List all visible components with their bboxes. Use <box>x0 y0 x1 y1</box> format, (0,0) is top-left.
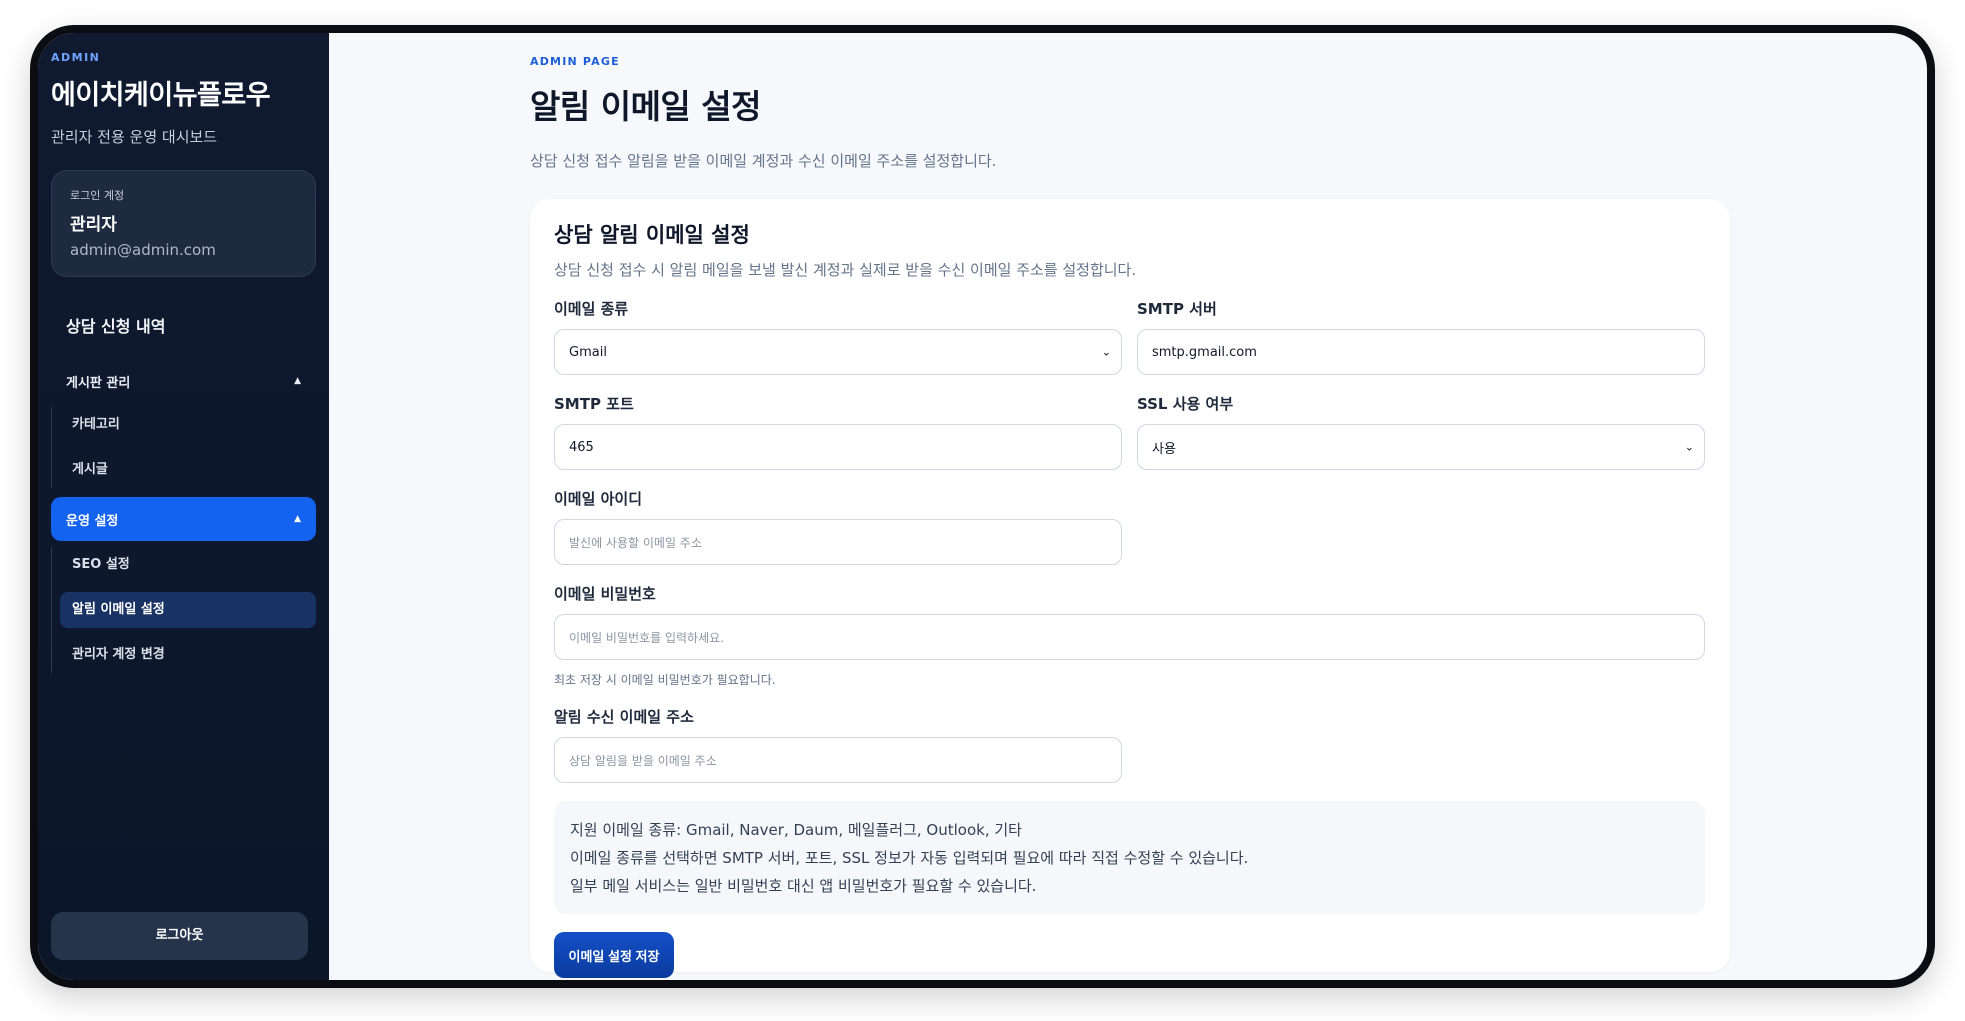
email-password-input[interactable]: 이메일 비밀번호를 입력하세요. <box>554 614 1705 660</box>
smtp-server-label: SMTP 서버 <box>1137 300 1217 318</box>
sidebar-item-posts[interactable]: 게시글 <box>60 452 316 488</box>
sidebar: ADMIN 에이치케이뉴플로우 관리자 전용 운영 대시보드 로그인 계정 관리… <box>38 33 329 980</box>
ssl-label: SSL 사용 여부 <box>1137 395 1234 413</box>
recipient-input[interactable]: 상담 알림을 받을 이메일 주소 <box>554 737 1122 783</box>
app-window: ADMIN 에이치케이뉴플로우 관리자 전용 운영 대시보드 로그인 계정 관리… <box>38 33 1927 980</box>
brand-name: 에이치케이뉴플로우 <box>51 80 271 111</box>
account-name: 관리자 <box>70 215 117 235</box>
smtp-port-field: SMTP 포트 465 <box>554 375 1122 470</box>
caret-up-icon: ▲ <box>294 376 301 386</box>
sidebar-item-notification-email[interactable]: 알림 이메일 설정 <box>60 592 316 628</box>
card-title: 상담 알림 이메일 설정 <box>554 223 750 247</box>
form-row: SMTP 포트 465 SSL 사용 여부 사용 ⌄ <box>554 375 1706 470</box>
chevron-down-icon: ⌄ <box>1684 440 1694 454</box>
save-email-settings-button[interactable]: 이메일 설정 저장 <box>554 932 674 978</box>
ssl-select[interactable]: 사용 ⌄ <box>1137 424 1705 470</box>
ssl-value: 사용 <box>1152 441 1176 457</box>
page-title: 알림 이메일 설정 <box>530 87 762 126</box>
card-description: 상담 신청 접수 시 알림 메일을 보낼 발신 계정과 실제로 받을 수신 이메… <box>554 261 1137 279</box>
email-password-field: 이메일 비밀번호 이메일 비밀번호를 입력하세요. 최초 저장 시 이메일 비밀… <box>554 583 1705 688</box>
email-id-label: 이메일 아이디 <box>554 490 643 508</box>
sidebar-sublist-operations: SEO 설정 알림 이메일 설정 관리자 계정 변경 <box>51 547 316 673</box>
recipient-label: 알림 수신 이메일 주소 <box>554 708 694 726</box>
email-settings-card: 상담 알림 이메일 설정 상담 신청 접수 시 알림 메일을 보낼 발신 계정과… <box>530 199 1730 978</box>
info-line: 이메일 종류를 선택하면 SMTP 서버, 포트, SSL 정보가 자동 입력되… <box>570 849 1249 867</box>
info-box: 지원 이메일 종류: Gmail, Naver, Daum, 메일플러그, Ou… <box>554 801 1705 914</box>
email-password-placeholder: 이메일 비밀번호를 입력하세요. <box>569 630 724 645</box>
sidebar-group-board[interactable]: 게시판 관리 ▲ <box>51 359 316 403</box>
email-password-hint: 최초 저장 시 이메일 비밀번호가 필요합니다. <box>554 673 776 687</box>
page-description: 상담 신청 접수 알림을 받을 이메일 계정과 수신 이메일 주소를 설정합니다… <box>530 152 997 170</box>
sidebar-group-operations[interactable]: 운영 설정 ▲ <box>51 497 316 541</box>
sidebar-sublist-board: 카테고리 게시글 <box>51 407 316 488</box>
email-password-label: 이메일 비밀번호 <box>554 585 656 603</box>
email-type-value: Gmail <box>569 344 607 360</box>
chevron-down-icon: ⌄ <box>1101 345 1111 359</box>
sidebar-nav: 상담 신청 내역 게시판 관리 ▲ 카테고리 게시글 운영 설정 ▲ SEO 설… <box>51 301 316 673</box>
account-label: 로그인 계정 <box>70 189 125 202</box>
account-card: 로그인 계정 관리자 admin@admin.com <box>51 170 316 277</box>
sidebar-eyebrow: ADMIN <box>51 51 101 64</box>
email-type-field: 이메일 종류 Gmail ⌄ <box>554 280 1122 375</box>
email-id-field: 이메일 아이디 발신에 사용할 이메일 주소 <box>554 488 1122 565</box>
smtp-port-value: 465 <box>569 439 594 455</box>
email-type-select[interactable]: Gmail ⌄ <box>554 329 1122 375</box>
info-line: 지원 이메일 종류: Gmail, Naver, Daum, 메일플러그, Ou… <box>570 821 1022 839</box>
brand-subtitle: 관리자 전용 운영 대시보드 <box>51 128 218 146</box>
sidebar-group-label: 게시판 관리 <box>66 375 131 391</box>
account-email: admin@admin.com <box>70 241 216 259</box>
email-id-placeholder: 발신에 사용할 이메일 주소 <box>569 535 702 550</box>
sidebar-item-admin-account[interactable]: 관리자 계정 변경 <box>60 637 316 673</box>
logout-button[interactable]: 로그아웃 <box>51 912 308 960</box>
smtp-server-value: smtp.gmail.com <box>1152 344 1257 360</box>
sidebar-item-consultations[interactable]: 상담 신청 내역 <box>51 301 316 349</box>
ssl-field: SSL 사용 여부 사용 ⌄ <box>1137 375 1705 470</box>
recipient-placeholder: 상담 알림을 받을 이메일 주소 <box>569 753 717 768</box>
sidebar-item-seo[interactable]: SEO 설정 <box>60 547 316 583</box>
main-content: ADMIN PAGE 알림 이메일 설정 상담 신청 접수 알림을 받을 이메일… <box>329 33 1927 980</box>
form-row: 이메일 종류 Gmail ⌄ SMTP 서버 smtp.gmail.com <box>554 280 1706 375</box>
email-type-label: 이메일 종류 <box>554 300 629 318</box>
smtp-server-field: SMTP 서버 smtp.gmail.com <box>1137 280 1705 375</box>
sidebar-item-category[interactable]: 카테고리 <box>60 407 316 443</box>
recipient-field: 알림 수신 이메일 주소 상담 알림을 받을 이메일 주소 <box>554 706 1122 783</box>
smtp-port-input[interactable]: 465 <box>554 424 1122 470</box>
page-eyebrow: ADMIN PAGE <box>530 55 620 68</box>
email-id-input[interactable]: 발신에 사용할 이메일 주소 <box>554 519 1122 565</box>
sidebar-group-label: 운영 설정 <box>66 513 119 529</box>
smtp-port-label: SMTP 포트 <box>554 395 634 413</box>
caret-up-icon: ▲ <box>294 514 301 524</box>
info-line: 일부 메일 서비스는 일반 비밀번호 대신 앱 비밀번호가 필요할 수 있습니다… <box>570 877 1037 895</box>
smtp-server-input[interactable]: smtp.gmail.com <box>1137 329 1705 375</box>
